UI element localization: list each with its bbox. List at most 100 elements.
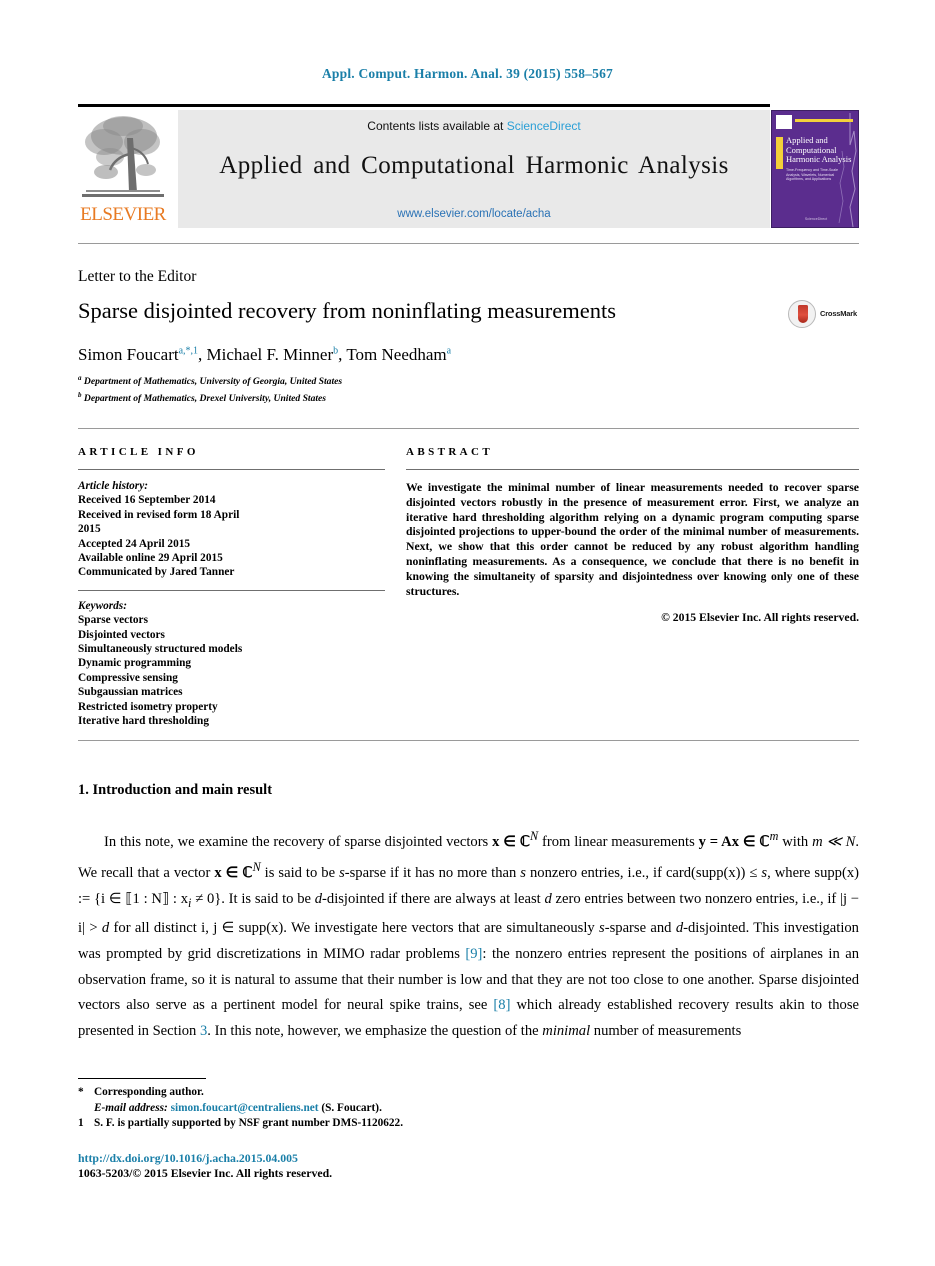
keyword-item: Disjointed vectors (78, 628, 165, 641)
footnote-block: * Corresponding author. E-mail address: s… (78, 1085, 678, 1132)
abstract-column: ABSTRACT We investigate the minimal numb… (406, 446, 859, 624)
footnote-grant: 1 S. F. is partially supported by NSF gra… (78, 1116, 678, 1132)
cover-footer-text: ScienceDirect (804, 217, 828, 221)
keywords-rule (78, 589, 385, 591)
body-seg: In this note, we examine the recovery of… (104, 833, 493, 850)
banner-top-rule (78, 104, 770, 107)
body-seg: y = Ax ∈ ℂ (698, 833, 770, 850)
body-seg: N (252, 860, 261, 875)
body-seg: -disjointed if there are always at least (322, 890, 545, 907)
keyword-item: Subgaussian matrices (78, 686, 183, 699)
body-seg: ≠ 0}. It is said to be (191, 890, 315, 907)
journal-banner: ELSEVIER Contents lists available at Sci… (78, 104, 859, 228)
footnote-grant-text: S. F. is partially supported by NSF gran… (94, 1117, 404, 1130)
body-seg: -sparse and (604, 920, 676, 937)
body-seg: for all distinct i, j ∈ supp(x). We inve… (109, 920, 600, 937)
citation-link-9[interactable]: [9] (465, 946, 482, 962)
running-head: Appl. Comput. Harmon. Anal. 39 (2015) 55… (321, 66, 614, 81)
introduction-paragraph: In this note, we examine the recovery of… (78, 824, 859, 1044)
email-suffix: (S. Foucart). (321, 1101, 382, 1114)
body-seg: d (544, 890, 552, 907)
author-marks-1[interactable]: b (333, 345, 338, 356)
cover-title-line3: Harmonic Analysis (786, 154, 852, 164)
doi-link[interactable]: http://dx.doi.org/10.1016/j.acha.2015.04… (78, 1151, 298, 1166)
contents-available-line: Contents lists available at ScienceDirec… (178, 119, 770, 133)
body-seg: d (314, 890, 323, 907)
journal-title: Applied and Computational Harmonic Analy… (219, 152, 729, 179)
footnote-email: E-mail address: simon.foucart@centralien… (78, 1101, 678, 1117)
body-seg: nonzero entries, i.e., if card(supp(x)) … (525, 865, 762, 882)
author-name-0: Simon Foucart (78, 345, 179, 364)
body-seg: x ∈ ℂ (492, 833, 531, 850)
keywords-label: Keywords: (78, 599, 127, 612)
keyword-item: Dynamic programming (78, 657, 192, 670)
article-history-block: Article history: Received 16 September 2… (78, 479, 385, 580)
email-label: E-mail address: (94, 1101, 168, 1114)
journal-cover-thumbnail[interactable]: Applied and Computational Harmonic Analy… (771, 110, 859, 228)
history-item-5: Communicated by Jared Tanner (78, 566, 235, 579)
document-type-label: Letter to the Editor (78, 268, 197, 285)
history-item-0: Received 16 September 2014 (78, 494, 216, 507)
body-seg: -sparse if it has no more than (344, 865, 521, 882)
history-item-4: Available online 29 April 2015 (78, 552, 223, 565)
citation-link-8[interactable]: [8] (493, 997, 510, 1013)
sciencedirect-link[interactable]: ScienceDirect (507, 119, 581, 133)
elsevier-tree-icon (80, 110, 166, 202)
affiliation-text-b: Department of Mathematics, Drexel Univer… (83, 392, 327, 404)
body-seg: from linear measurements (538, 833, 699, 850)
footnote-corresponding-text: Corresponding author. (94, 1086, 204, 1098)
body-seg: . In this note, however, we emphasize th… (207, 1022, 543, 1039)
affiliation-b: b Department of Mathematics, Drexel Univ… (78, 389, 778, 406)
author-marks-0[interactable]: a,*,1 (179, 345, 198, 356)
history-item-3: Accepted 24 April 2015 (78, 537, 191, 550)
issn-copyright-line: 1063-5203/© 2015 Elsevier Inc. All right… (78, 1166, 333, 1180)
affiliation-list: a Department of Mathematics, University … (78, 372, 778, 405)
author-name-1: Michael F. Minner (206, 345, 334, 364)
crossmark-circle-icon (788, 300, 816, 328)
section-heading-introduction: 1. Introduction and main result (78, 782, 273, 798)
crossmark-label: CrossMark (820, 309, 857, 318)
article-info-rule (78, 469, 385, 470)
contents-prefix: Contents lists available at (367, 119, 507, 133)
page-title: Sparse disjointed recovery from noninfla… (78, 298, 616, 323)
author-list: Simon Foucarta,*,1, Michael F. Minnerb, … (78, 345, 452, 364)
footnote-mark-asterisk: * (78, 1086, 84, 1098)
footnote-corresponding: * Corresponding author. (78, 1085, 678, 1101)
paper-page: Appl. Comput. Harmon. Anal. 39 (2015) 55… (0, 0, 935, 1266)
cover-subtitle: Time-Frequency and Time-Scale Analysis, … (786, 168, 838, 182)
body-seg: is said to be (260, 865, 340, 882)
affiliation-a: a Department of Mathematics, University … (78, 372, 778, 389)
cover-masthead-icon (776, 115, 792, 129)
article-info-column: ARTICLE INFO Article history: Received 1… (78, 446, 385, 729)
journal-url-link[interactable]: www.elsevier.com/locate/acha (178, 208, 770, 220)
keyword-item: Compressive sensing (78, 671, 178, 684)
affiliation-mark-b: b (78, 390, 82, 399)
body-seg: m ≪ N (812, 833, 856, 850)
history-item-1: Received in revised form 18 April (78, 508, 240, 521)
keyword-item: Sparse vectors (78, 614, 148, 627)
contents-box: Contents lists available at ScienceDirec… (178, 110, 770, 228)
cover-sidebar-accent (776, 137, 783, 169)
elsevier-logo: ELSEVIER (78, 110, 168, 228)
footnote-rule (78, 1078, 206, 1079)
banner-bottom-rule (78, 243, 859, 244)
info-bottom-rule (78, 740, 859, 741)
history-item-2: 2015 (78, 523, 101, 536)
email-link[interactable]: simon.foucart@centraliens.net (171, 1102, 319, 1114)
abstract-heading: ABSTRACT (406, 446, 494, 458)
crossmark-badge[interactable]: CrossMark (788, 300, 860, 330)
crossmark-inner-shape (798, 305, 808, 323)
info-top-rule (78, 428, 859, 429)
abstract-copyright: © 2015 Elsevier Inc. All rights reserved… (661, 611, 859, 625)
article-info-heading: ARTICLE INFO (78, 446, 199, 458)
body-seg: with (778, 833, 813, 850)
author-marks-2[interactable]: a (447, 345, 451, 356)
keyword-item: Simultaneously structured models (78, 643, 243, 656)
abstract-rule (406, 469, 859, 470)
keyword-item: Iterative hard thresholding (78, 715, 209, 728)
cover-accent-bar (795, 119, 853, 122)
elsevier-wordmark: ELSEVIER (80, 204, 166, 225)
abstract-text: We investigate the minimal number of lin… (406, 481, 859, 598)
body-seg: number of measurements (590, 1022, 742, 1039)
author-name-2: Tom Needham (346, 345, 447, 364)
